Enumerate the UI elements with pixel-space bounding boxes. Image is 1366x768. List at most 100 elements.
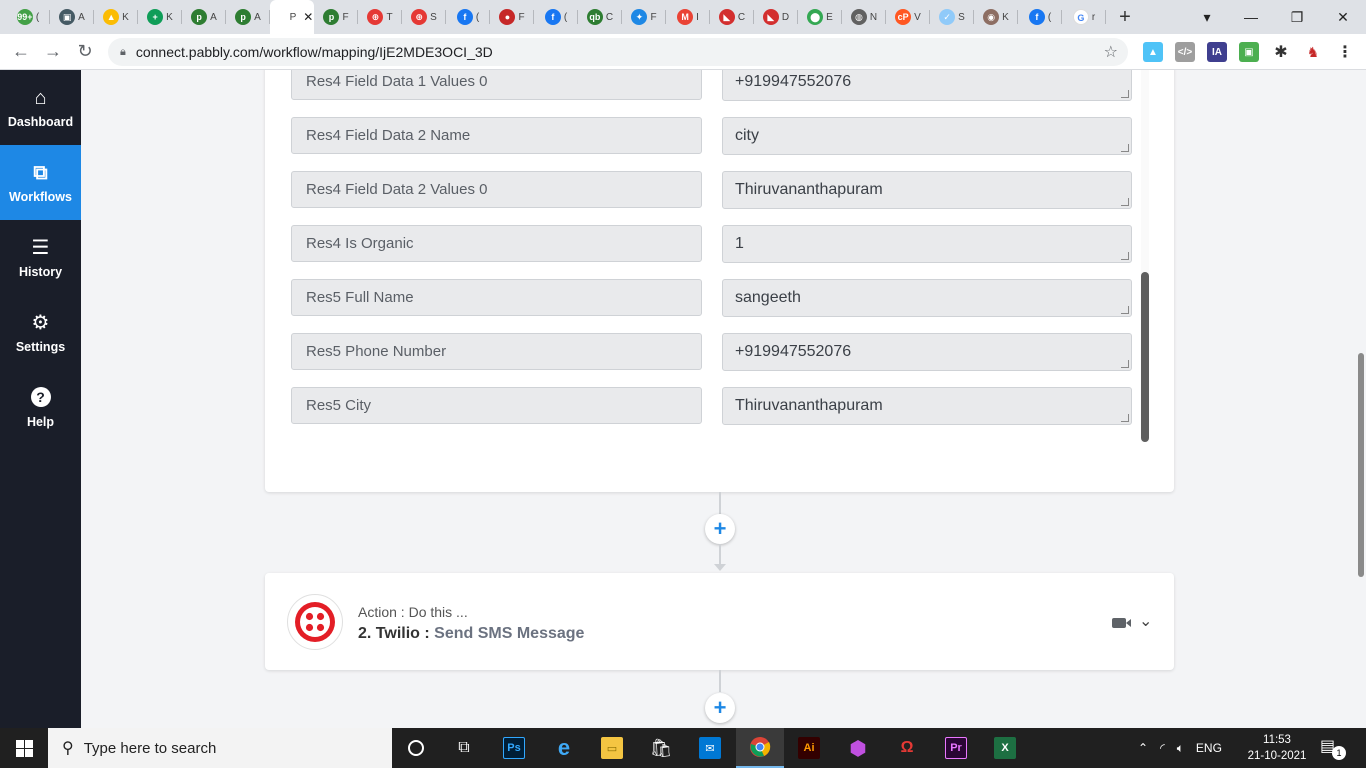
browser-tab[interactable]: pA: [226, 0, 270, 34]
lock-icon: 🔒︎: [120, 45, 126, 58]
clock-date: 21-10-2021: [1247, 750, 1307, 762]
premiere-icon[interactable]: Pr: [932, 728, 980, 768]
browser-tab[interactable]: cP V: [886, 0, 930, 34]
tab-close-icon[interactable]: ✕: [303, 10, 313, 24]
chrome-icon[interactable]: [736, 728, 784, 768]
video-tutorial-icon[interactable]: [1112, 618, 1131, 628]
mapping-field-value[interactable]: Thiruvananthapuram: [722, 387, 1132, 425]
browser-tab[interactable]: MI: [666, 0, 710, 34]
browser-tab[interactable]: ▲ K: [94, 0, 138, 34]
extension-profile-icon[interactable]: ♞: [1303, 42, 1323, 62]
file-explorer-icon[interactable]: ▭: [588, 728, 636, 768]
language-indicator[interactable]: ENG: [1196, 741, 1222, 755]
taskbar-search-placeholder: Type here to search: [83, 739, 217, 757]
browser-tab-active[interactable]: P ✕: [270, 0, 314, 34]
address-bar[interactable]: 🔒︎ connect.pabbly.com/workflow/mapping/I…: [108, 38, 1128, 66]
extensions-puzzle-icon[interactable]: ✱: [1271, 42, 1291, 62]
close-window-icon[interactable]: ✕: [1320, 0, 1366, 34]
add-step-button[interactable]: +: [705, 514, 735, 544]
add-step-button[interactable]: +: [705, 693, 735, 723]
sidebar-item-dashboard[interactable]: ⌂ Dashboard: [0, 70, 81, 145]
back-icon[interactable]: ←: [5, 36, 37, 68]
illustrator-icon[interactable]: Ai: [785, 728, 833, 768]
browser-tab[interactable]: ⬤ E: [798, 0, 842, 34]
tab-favicon-icon: f: [456, 9, 473, 25]
chevron-down-icon[interactable]: ⌄: [1139, 611, 1152, 631]
app-red-icon[interactable]: Ω: [883, 728, 931, 768]
resize-handle-icon[interactable]: [1121, 414, 1129, 422]
task-view-icon[interactable]: ⧉: [440, 728, 488, 768]
sidebar-item-help[interactable]: ? Help: [0, 370, 81, 445]
sidebar-item-settings[interactable]: ⚙ Settings: [0, 295, 81, 370]
resize-handle-icon[interactable]: [1121, 198, 1129, 206]
windows-start-icon[interactable]: [0, 728, 48, 768]
browser-tab[interactable]: ◣ D: [754, 0, 798, 34]
cortana-icon[interactable]: [392, 728, 440, 768]
mapping-field-value[interactable]: city: [722, 117, 1132, 155]
edge-icon[interactable]: e: [540, 728, 588, 768]
volume-icon[interactable]: 🔈︎: [1177, 741, 1184, 756]
browser-tab[interactable]: ◣ C: [710, 0, 754, 34]
browser-tab[interactable]: qb C: [578, 0, 622, 34]
tab-label: F: [518, 11, 525, 23]
extension-code-icon[interactable]: </>: [1175, 42, 1195, 62]
mapping-field-value[interactable]: 1: [722, 225, 1132, 263]
browser-tab[interactable]: ● F: [490, 0, 534, 34]
browser-tab[interactable]: f(: [1018, 0, 1062, 34]
mapping-field-value[interactable]: +919947552076: [722, 70, 1132, 101]
gem-app-icon[interactable]: ⬢: [834, 728, 882, 768]
mapping-field-key: Res5 Phone Number: [291, 333, 702, 370]
browser-tab[interactable]: ▣ A: [50, 0, 94, 34]
mapping-field-value[interactable]: +919947552076: [722, 333, 1132, 371]
mapping-field-value[interactable]: sangeeth: [722, 279, 1132, 317]
browser-tab[interactable]: ◍ N: [842, 0, 886, 34]
extension-ia-icon[interactable]: IA: [1207, 42, 1227, 62]
browser-menu-icon[interactable]: ⋮: [1335, 42, 1355, 62]
extension-ads-icon[interactable]: ▲: [1143, 42, 1163, 62]
new-tab-icon[interactable]: +: [1110, 2, 1140, 32]
mapping-scrollbar[interactable]: [1141, 70, 1149, 442]
tab-favicon-icon: ▣: [59, 9, 76, 25]
resize-handle-icon[interactable]: [1121, 306, 1129, 314]
restore-icon[interactable]: ❐: [1274, 0, 1320, 34]
browser-tab[interactable]: + K: [138, 0, 182, 34]
browser-tab[interactable]: Gr: [1062, 0, 1106, 34]
minimize-icon[interactable]: —: [1228, 0, 1274, 34]
taskbar-clock[interactable]: 11:53 21-10-2021: [1240, 732, 1314, 764]
profile-dropdown-icon[interactable]: ▾: [1184, 0, 1230, 34]
page-scrollbar-thumb[interactable]: [1358, 353, 1364, 577]
resize-handle-icon[interactable]: [1121, 144, 1129, 152]
sidebar-item-history[interactable]: ☰ History: [0, 220, 81, 295]
taskbar-search-box[interactable]: ⚲ Type here to search: [48, 728, 392, 768]
mapping-field-value[interactable]: Thiruvananthapuram: [722, 171, 1132, 209]
browser-tab[interactable]: 99+(: [6, 0, 50, 34]
bookmark-star-icon[interactable]: ☆: [1104, 42, 1118, 62]
browser-tab[interactable]: ⊕ S: [402, 0, 446, 34]
extension-image-icon[interactable]: ▣: [1239, 42, 1259, 62]
browser-tab[interactable]: f(: [446, 0, 490, 34]
resize-handle-icon[interactable]: [1121, 252, 1129, 260]
forward-icon[interactable]: →: [37, 36, 69, 68]
tray-expand-icon[interactable]: ⌃: [1138, 741, 1148, 755]
mapping-field-key: Res5 Full Name: [291, 279, 702, 316]
excel-icon[interactable]: X: [981, 728, 1029, 768]
mail-icon[interactable]: ✉: [686, 728, 734, 768]
browser-tab[interactable]: f(: [534, 0, 578, 34]
action-step-card[interactable]: Action : Do this ... 2. Twilio : Send SM…: [265, 573, 1174, 670]
notification-center-icon[interactable]: ▤ 1: [1320, 736, 1346, 760]
browser-tab[interactable]: pA: [182, 0, 226, 34]
sidebar-item-workflows[interactable]: ⧉ Workflows: [0, 145, 81, 220]
page-scrollbar[interactable]: [1356, 70, 1366, 728]
browser-tab[interactable]: pF: [314, 0, 358, 34]
network-icon[interactable]: ◜: [1160, 741, 1165, 755]
browser-tab[interactable]: ◉ K: [974, 0, 1018, 34]
browser-tab[interactable]: ⊕ T: [358, 0, 402, 34]
photoshop-icon[interactable]: Ps: [490, 728, 538, 768]
resize-handle-icon[interactable]: [1121, 90, 1129, 98]
browser-tab[interactable]: ✦ F: [622, 0, 666, 34]
store-icon[interactable]: 🛍︎: [637, 728, 685, 768]
mapping-scrollbar-thumb[interactable]: [1141, 272, 1149, 442]
reload-icon[interactable]: ↻: [69, 36, 101, 68]
browser-tab[interactable]: ✓ S: [930, 0, 974, 34]
resize-handle-icon[interactable]: [1121, 360, 1129, 368]
